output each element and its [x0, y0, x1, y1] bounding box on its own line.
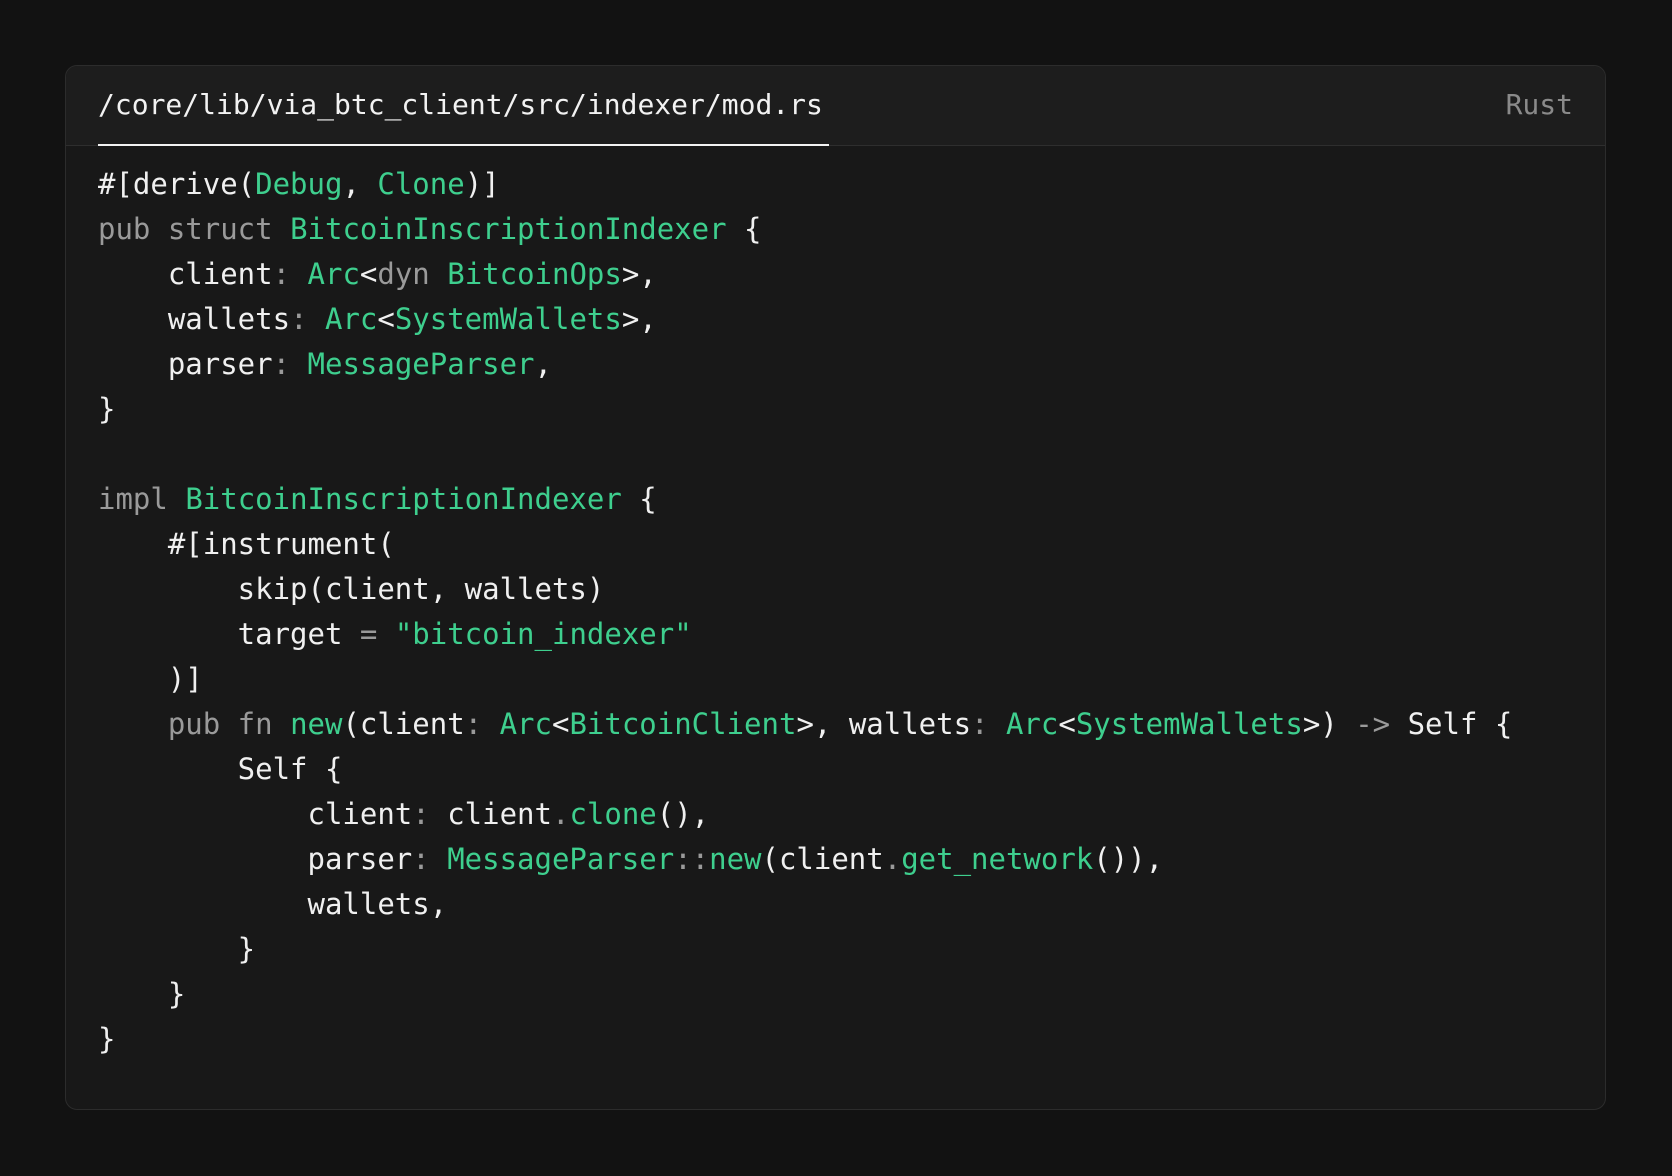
code-token: < — [377, 302, 395, 336]
code-token: Self { — [1390, 707, 1513, 741]
code-token: Arc — [324, 302, 378, 336]
code-token: wallets — [98, 302, 291, 336]
code-token: { — [726, 212, 762, 246]
code-line: Self { — [98, 747, 1512, 792]
code-token: >, wallets — [796, 707, 972, 741]
code-token: { — [621, 482, 657, 516]
code-token: : — [290, 302, 325, 336]
code-token: impl — [98, 482, 186, 516]
code-token: Self { — [98, 752, 343, 786]
code-token: ()), — [1093, 842, 1164, 876]
code-token: SystemWallets — [394, 302, 622, 336]
code-token: )] — [464, 167, 500, 201]
code-token: : — [971, 707, 1006, 741]
code-token: client — [98, 257, 273, 291]
code-token: >) — [1302, 707, 1356, 741]
code-token: Arc — [499, 707, 552, 741]
code-token: : — [272, 257, 308, 291]
code-token: parser — [98, 347, 273, 381]
code-token: )] — [98, 662, 203, 696]
code-token: : — [272, 347, 308, 381]
code-token: MessageParser — [447, 842, 675, 876]
language-label: Rust — [1505, 88, 1573, 121]
code-token: parser — [98, 842, 413, 876]
code-token: . — [883, 842, 902, 876]
file-tab[interactable]: /core/lib/via_btc_client/src/indexer/mod… — [98, 66, 829, 146]
code-token: get_network — [901, 842, 1094, 876]
code-token: } — [98, 1022, 116, 1056]
code-token: -> — [1355, 707, 1391, 741]
code-line: client: Arc<dyn BitcoinOps>, — [98, 252, 1512, 297]
code-token: dyn — [377, 257, 448, 291]
code-token: wallets, — [98, 887, 448, 921]
code-token: } — [98, 932, 256, 966]
code-token: skip(client, wallets) — [98, 572, 605, 606]
code-line: } — [98, 1017, 1512, 1062]
code-block: /core/lib/via_btc_client/src/indexer/mod… — [65, 65, 1606, 1110]
code-line: pub struct BitcoinInscriptionIndexer { — [98, 207, 1512, 252]
code-token: , — [534, 347, 552, 381]
code-token: pub struct — [98, 212, 291, 246]
code-token: (), — [656, 797, 710, 831]
code-line: wallets: Arc<SystemWallets>, — [98, 297, 1512, 342]
code-token: (client — [342, 707, 465, 741]
code-line: } — [98, 972, 1512, 1017]
code-token: >, — [621, 257, 657, 291]
code-token: >, — [621, 302, 657, 336]
code-token: BitcoinInscriptionIndexer — [290, 212, 727, 246]
code-token: pub fn — [98, 707, 291, 741]
code-token: client — [98, 797, 413, 831]
code-line: client: client.clone(), — [98, 792, 1512, 837]
code-line: target = "bitcoin_indexer" — [98, 612, 1512, 657]
code-token: MessageParser — [307, 347, 535, 381]
code-token: target — [98, 617, 360, 651]
code-token: . — [551, 797, 570, 831]
code-token: Clone — [377, 167, 465, 201]
code-line: wallets, — [98, 882, 1512, 927]
code-token: BitcoinClient — [569, 707, 797, 741]
code-line: } — [98, 927, 1512, 972]
code-token: #[derive( — [98, 167, 256, 201]
code-token: < — [1058, 707, 1076, 741]
code-token: Arc — [307, 257, 360, 291]
code-line: parser: MessageParser::new(client.get_ne… — [98, 837, 1512, 882]
code-line: impl BitcoinInscriptionIndexer { — [98, 477, 1512, 522]
code-token: BitcoinInscriptionIndexer — [185, 482, 622, 516]
code-line: pub fn new(client: Arc<BitcoinClient>, w… — [98, 702, 1513, 747]
code-content: #[derive(Debug, Clone)] pub struct Bitcoi… — [98, 162, 1512, 1062]
code-line: } — [98, 387, 1512, 432]
code-token: : — [412, 797, 448, 831]
code-token: BitcoinOps — [447, 257, 622, 291]
code-token: , — [342, 167, 378, 201]
code-line: skip(client, wallets) — [98, 567, 1512, 612]
code-token: Debug — [255, 167, 343, 201]
code-line: #[derive(Debug, Clone)] — [98, 162, 1512, 207]
code-token: :: — [674, 842, 710, 876]
code-token: (client — [761, 842, 884, 876]
code-token: "bitcoin_indexer" — [394, 617, 692, 651]
code-token: new — [290, 707, 343, 741]
code-token: < — [359, 257, 378, 291]
code-token: = — [359, 617, 378, 651]
code-header: /core/lib/via_btc_client/src/indexer/mod… — [66, 66, 1605, 146]
code-line: )] — [98, 657, 1512, 702]
code-token: < — [551, 707, 570, 741]
code-token: new — [709, 842, 762, 876]
code-token: #[instrument( — [98, 527, 395, 561]
code-token: : — [464, 707, 500, 741]
code-token: } — [98, 977, 186, 1011]
code-token: Arc — [1005, 707, 1059, 741]
code-line: #[instrument( — [98, 522, 1512, 567]
code-line: parser: MessageParser, — [98, 342, 1512, 387]
code-token: SystemWallets — [1075, 707, 1303, 741]
code-token: clone — [569, 797, 657, 831]
code-token: } — [98, 392, 116, 426]
code-token: : — [412, 842, 448, 876]
code-token: client — [447, 797, 552, 831]
